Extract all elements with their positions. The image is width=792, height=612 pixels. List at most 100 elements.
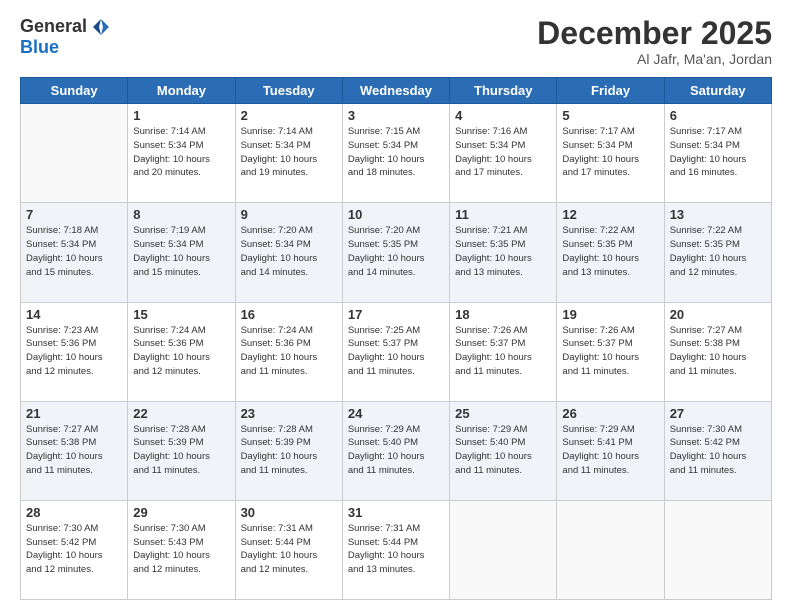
calendar-day-cell: 6 Sunrise: 7:17 AM Sunset: 5:34 PM Daylig… bbox=[664, 104, 771, 203]
calendar-day-cell: 8Sunrise: 7:19 AM Sunset: 5:34 PM Daylig… bbox=[128, 203, 235, 302]
day-info: Sunrise: 7:31 AM Sunset: 5:44 PM Dayligh… bbox=[348, 522, 444, 577]
calendar-day-cell: 20 Sunrise: 7:27 AM Sunset: 5:38 PM Dayli… bbox=[664, 302, 771, 401]
day-info: Sunrise: 7:28 AM Sunset: 5:39 PM Dayligh… bbox=[241, 423, 337, 478]
day-number: 22 bbox=[133, 406, 229, 421]
day-number: 19 bbox=[562, 307, 658, 322]
calendar-day-cell: 10Sunrise: 7:20 AM Sunset: 5:35 PM Dayli… bbox=[342, 203, 449, 302]
day-info: Sunrise: 7:22 AM Sunset: 5:35 PM Dayligh… bbox=[562, 224, 658, 279]
calendar-day-cell: 23 Sunrise: 7:28 AM Sunset: 5:39 PM Dayli… bbox=[235, 401, 342, 500]
day-info: Sunrise: 7:30 AM Sunset: 5:42 PM Dayligh… bbox=[670, 423, 766, 478]
calendar-day-cell: 19 Sunrise: 7:26 AM Sunset: 5:37 PM Dayli… bbox=[557, 302, 664, 401]
day-info: Sunrise: 7:24 AM Sunset: 5:36 PM Dayligh… bbox=[133, 324, 229, 379]
day-info: Sunrise: 7:14 AM Sunset: 5:34 PM Dayligh… bbox=[133, 125, 229, 180]
day-info: Sunrise: 7:29 AM Sunset: 5:40 PM Dayligh… bbox=[455, 423, 551, 478]
calendar-day-cell: 28 Sunrise: 7:30 AM Sunset: 5:42 PM Dayli… bbox=[21, 500, 128, 599]
day-number: 27 bbox=[670, 406, 766, 421]
calendar-day-cell: 12 Sunrise: 7:22 AM Sunset: 5:35 PM Dayli… bbox=[557, 203, 664, 302]
day-info: Sunrise: 7:27 AM Sunset: 5:38 PM Dayligh… bbox=[670, 324, 766, 379]
day-of-week-header: Friday bbox=[557, 78, 664, 104]
day-number: 8 bbox=[133, 207, 229, 222]
day-number: 18 bbox=[455, 307, 551, 322]
day-info: Sunrise: 7:17 AM Sunset: 5:34 PM Dayligh… bbox=[670, 125, 766, 180]
calendar-table: SundayMondayTuesdayWednesdayThursdayFrid… bbox=[20, 77, 772, 600]
day-number: 29 bbox=[133, 505, 229, 520]
calendar-day-cell: 21Sunrise: 7:27 AM Sunset: 5:38 PM Dayli… bbox=[21, 401, 128, 500]
calendar-day-cell: 13 Sunrise: 7:22 AM Sunset: 5:35 PM Dayli… bbox=[664, 203, 771, 302]
day-number: 14 bbox=[26, 307, 122, 322]
page: General Blue December 2025 Al Jafr, Ma'a… bbox=[0, 0, 792, 612]
day-number: 4 bbox=[455, 108, 551, 123]
day-info: Sunrise: 7:21 AM Sunset: 5:35 PM Dayligh… bbox=[455, 224, 551, 279]
calendar-day-cell bbox=[557, 500, 664, 599]
day-number: 13 bbox=[670, 207, 766, 222]
day-number: 30 bbox=[241, 505, 337, 520]
day-info: Sunrise: 7:15 AM Sunset: 5:34 PM Dayligh… bbox=[348, 125, 444, 180]
day-number: 23 bbox=[241, 406, 337, 421]
day-info: Sunrise: 7:29 AM Sunset: 5:41 PM Dayligh… bbox=[562, 423, 658, 478]
day-number: 6 bbox=[670, 108, 766, 123]
calendar-day-cell: 1 Sunrise: 7:14 AM Sunset: 5:34 PM Daylig… bbox=[128, 104, 235, 203]
day-info: Sunrise: 7:25 AM Sunset: 5:37 PM Dayligh… bbox=[348, 324, 444, 379]
calendar-day-cell: 7 Sunrise: 7:18 AM Sunset: 5:34 PM Daylig… bbox=[21, 203, 128, 302]
calendar-day-cell: 22 Sunrise: 7:28 AM Sunset: 5:39 PM Dayli… bbox=[128, 401, 235, 500]
day-info: Sunrise: 7:29 AM Sunset: 5:40 PM Dayligh… bbox=[348, 423, 444, 478]
day-info: Sunrise: 7:26 AM Sunset: 5:37 PM Dayligh… bbox=[562, 324, 658, 379]
day-info: Sunrise: 7:18 AM Sunset: 5:34 PM Dayligh… bbox=[26, 224, 122, 279]
day-number: 2 bbox=[241, 108, 337, 123]
calendar-day-cell: 4 Sunrise: 7:16 AM Sunset: 5:34 PM Daylig… bbox=[450, 104, 557, 203]
day-number: 9 bbox=[241, 207, 337, 222]
day-number: 7 bbox=[26, 207, 122, 222]
calendar-day-cell: 31 Sunrise: 7:31 AM Sunset: 5:44 PM Dayli… bbox=[342, 500, 449, 599]
day-of-week-header: Wednesday bbox=[342, 78, 449, 104]
day-number: 24 bbox=[348, 406, 444, 421]
calendar-day-cell bbox=[450, 500, 557, 599]
calendar-day-cell: 11 Sunrise: 7:21 AM Sunset: 5:35 PM Dayli… bbox=[450, 203, 557, 302]
day-of-week-header: Sunday bbox=[21, 78, 128, 104]
calendar-day-cell: 24 Sunrise: 7:29 AM Sunset: 5:40 PM Dayli… bbox=[342, 401, 449, 500]
day-info: Sunrise: 7:22 AM Sunset: 5:35 PM Dayligh… bbox=[670, 224, 766, 279]
day-info: Sunrise: 7:14 AM Sunset: 5:34 PM Dayligh… bbox=[241, 125, 337, 180]
month-title: December 2025 bbox=[537, 16, 772, 51]
day-info: Sunrise: 7:30 AM Sunset: 5:42 PM Dayligh… bbox=[26, 522, 122, 577]
calendar-day-cell: 9 Sunrise: 7:20 AM Sunset: 5:34 PM Daylig… bbox=[235, 203, 342, 302]
calendar-day-cell: 14 Sunrise: 7:23 AM Sunset: 5:36 PM Dayli… bbox=[21, 302, 128, 401]
calendar-day-cell: 27 Sunrise: 7:30 AM Sunset: 5:42 PM Dayli… bbox=[664, 401, 771, 500]
day-number: 17 bbox=[348, 307, 444, 322]
calendar-day-cell: 18 Sunrise: 7:26 AM Sunset: 5:37 PM Dayli… bbox=[450, 302, 557, 401]
header: General Blue December 2025 Al Jafr, Ma'a… bbox=[20, 16, 772, 67]
day-of-week-header: Saturday bbox=[664, 78, 771, 104]
calendar-day-cell: 26Sunrise: 7:29 AM Sunset: 5:41 PM Dayli… bbox=[557, 401, 664, 500]
day-info: Sunrise: 7:26 AM Sunset: 5:37 PM Dayligh… bbox=[455, 324, 551, 379]
logo-blue-text: Blue bbox=[20, 37, 59, 58]
day-info: Sunrise: 7:24 AM Sunset: 5:36 PM Dayligh… bbox=[241, 324, 337, 379]
calendar-day-cell: 3Sunrise: 7:15 AM Sunset: 5:34 PM Daylig… bbox=[342, 104, 449, 203]
day-number: 1 bbox=[133, 108, 229, 123]
day-of-week-header: Thursday bbox=[450, 78, 557, 104]
calendar-day-cell: 30 Sunrise: 7:31 AM Sunset: 5:44 PM Dayli… bbox=[235, 500, 342, 599]
day-info: Sunrise: 7:20 AM Sunset: 5:34 PM Dayligh… bbox=[241, 224, 337, 279]
day-info: Sunrise: 7:23 AM Sunset: 5:36 PM Dayligh… bbox=[26, 324, 122, 379]
calendar-week-row: 21Sunrise: 7:27 AM Sunset: 5:38 PM Dayli… bbox=[21, 401, 772, 500]
day-number: 11 bbox=[455, 207, 551, 222]
title-section: December 2025 Al Jafr, Ma'an, Jordan bbox=[537, 16, 772, 67]
day-number: 12 bbox=[562, 207, 658, 222]
day-number: 20 bbox=[670, 307, 766, 322]
day-info: Sunrise: 7:28 AM Sunset: 5:39 PM Dayligh… bbox=[133, 423, 229, 478]
day-info: Sunrise: 7:30 AM Sunset: 5:43 PM Dayligh… bbox=[133, 522, 229, 577]
day-number: 16 bbox=[241, 307, 337, 322]
day-number: 21 bbox=[26, 406, 122, 421]
day-number: 28 bbox=[26, 505, 122, 520]
calendar-week-row: 14 Sunrise: 7:23 AM Sunset: 5:36 PM Dayli… bbox=[21, 302, 772, 401]
calendar-week-row: 1 Sunrise: 7:14 AM Sunset: 5:34 PM Daylig… bbox=[21, 104, 772, 203]
calendar-day-cell bbox=[21, 104, 128, 203]
calendar-day-cell: 25Sunrise: 7:29 AM Sunset: 5:40 PM Dayli… bbox=[450, 401, 557, 500]
calendar-week-row: 7 Sunrise: 7:18 AM Sunset: 5:34 PM Daylig… bbox=[21, 203, 772, 302]
calendar-day-cell: 2 Sunrise: 7:14 AM Sunset: 5:34 PM Daylig… bbox=[235, 104, 342, 203]
day-info: Sunrise: 7:16 AM Sunset: 5:34 PM Dayligh… bbox=[455, 125, 551, 180]
calendar-day-cell: 15Sunrise: 7:24 AM Sunset: 5:36 PM Dayli… bbox=[128, 302, 235, 401]
calendar-header-row: SundayMondayTuesdayWednesdayThursdayFrid… bbox=[21, 78, 772, 104]
day-info: Sunrise: 7:31 AM Sunset: 5:44 PM Dayligh… bbox=[241, 522, 337, 577]
logo-general-text: General bbox=[20, 16, 87, 37]
day-number: 10 bbox=[348, 207, 444, 222]
day-number: 31 bbox=[348, 505, 444, 520]
